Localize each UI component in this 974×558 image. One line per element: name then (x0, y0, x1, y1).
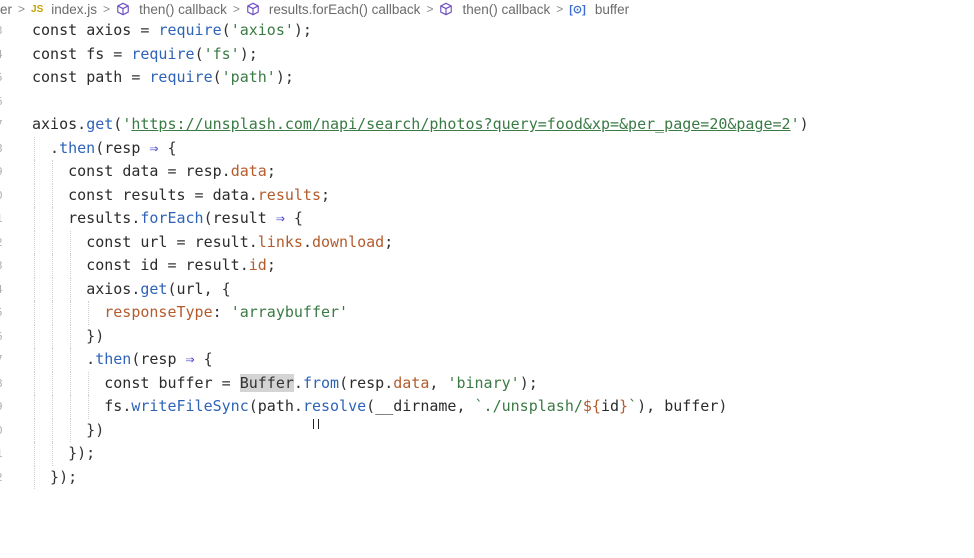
breadcrumb-label: index.js (51, 1, 98, 17)
line-number: 6 (0, 330, 6, 343)
breadcrumb: er > JS index.js > then() callback > res… (0, 0, 974, 18)
code-line[interactable]: const data = resp.data; (32, 160, 276, 184)
code-line[interactable]: responseType: 'arraybuffer' (32, 301, 348, 325)
line-number: 7 (0, 353, 6, 366)
breadcrumb-label: then() callback (139, 1, 227, 17)
code-editor[interactable]: 3 4 5 6 7 8 9 0 1 2 3 4 5 6 7 8 9 0 1 2 const axios = requi… (0, 19, 974, 539)
code-line[interactable]: }) (32, 419, 104, 443)
code-line[interactable]: const id = result.id; (32, 254, 276, 278)
line-number: 8 (0, 377, 6, 390)
breadcrumb-item-foreach-callback[interactable]: results.forEach() callback (246, 1, 421, 17)
code-line[interactable]: }) (32, 325, 104, 349)
line-number: 0 (0, 189, 6, 202)
variable-icon: [⊙] (569, 3, 586, 16)
code-line[interactable]: const buffer = Buffer.from(resp.data, 'b… (32, 372, 538, 396)
line-number: 1 (0, 447, 6, 460)
line-number: 9 (0, 165, 6, 178)
line-number: 2 (0, 471, 6, 484)
code-line[interactable]: fs.writeFileSync(path.resolve(__dirname,… (32, 395, 727, 419)
breadcrumb-item-inner-then-callback[interactable]: then() callback (439, 2, 550, 17)
text-cursor-icon (313, 419, 319, 429)
chevron-right-icon: > (426, 2, 434, 16)
cube-icon (440, 2, 453, 16)
breadcrumb-label: er (0, 1, 13, 17)
line-number: 5 (0, 71, 6, 84)
line-number: 3 (0, 24, 6, 37)
cube-icon (117, 2, 129, 16)
code-line[interactable]: const path = require('path'); (32, 66, 294, 90)
line-number: 4 (0, 48, 6, 61)
line-number: 7 (0, 118, 6, 131)
code-line[interactable]: const url = result.links.download; (32, 231, 393, 255)
chevron-right-icon: > (232, 2, 240, 16)
code-line[interactable]: const fs = require('fs'); (32, 43, 258, 67)
line-number: 3 (0, 259, 6, 272)
line-number: 2 (0, 236, 6, 249)
line-number: 1 (0, 212, 6, 225)
breadcrumb-item-parent[interactable]: er (0, 2, 12, 17)
line-number: 4 (0, 283, 6, 296)
cube-icon (247, 2, 259, 16)
breadcrumb-label: then() callback (462, 1, 551, 17)
breadcrumb-item-then-callback[interactable]: then() callback (116, 2, 227, 17)
word-highlight: Buffer (239, 373, 294, 392)
line-number: 6 (0, 95, 6, 108)
code-line[interactable]: }); (32, 442, 95, 466)
line-number: 8 (0, 142, 6, 155)
line-number: 0 (0, 424, 6, 437)
code-line[interactable]: const axios = require('axios'); (32, 19, 312, 43)
chevron-right-icon: > (556, 2, 564, 16)
code-line[interactable]: .then(resp ⇒ { (32, 137, 176, 161)
line-number-gutter[interactable]: 3 4 5 6 7 8 9 0 1 2 3 4 5 6 7 8 9 0 1 2 (0, 19, 6, 539)
breadcrumb-item-file[interactable]: JS index.js (31, 2, 97, 17)
line-number: 5 (0, 306, 6, 319)
js-file-icon: JS (31, 3, 44, 15)
line-number: 9 (0, 400, 6, 413)
breadcrumb-label: results.forEach() callback (268, 1, 421, 17)
chevron-right-icon: > (18, 2, 26, 16)
chevron-right-icon: > (103, 2, 111, 16)
code-line[interactable]: }); (32, 466, 77, 490)
breadcrumb-label: buffer (594, 1, 630, 17)
code-line[interactable]: .then(resp ⇒ { (32, 348, 212, 372)
code-line[interactable]: axios.get('https://unsplash.com/napi/sea… (32, 113, 809, 137)
code-line[interactable]: results.forEach(result ⇒ { (32, 207, 303, 231)
code-line[interactable]: const results = data.results; (32, 184, 330, 208)
breadcrumb-item-buffer[interactable]: [⊙] buffer (569, 2, 629, 17)
code-line[interactable]: axios.get(url, { (32, 278, 231, 302)
